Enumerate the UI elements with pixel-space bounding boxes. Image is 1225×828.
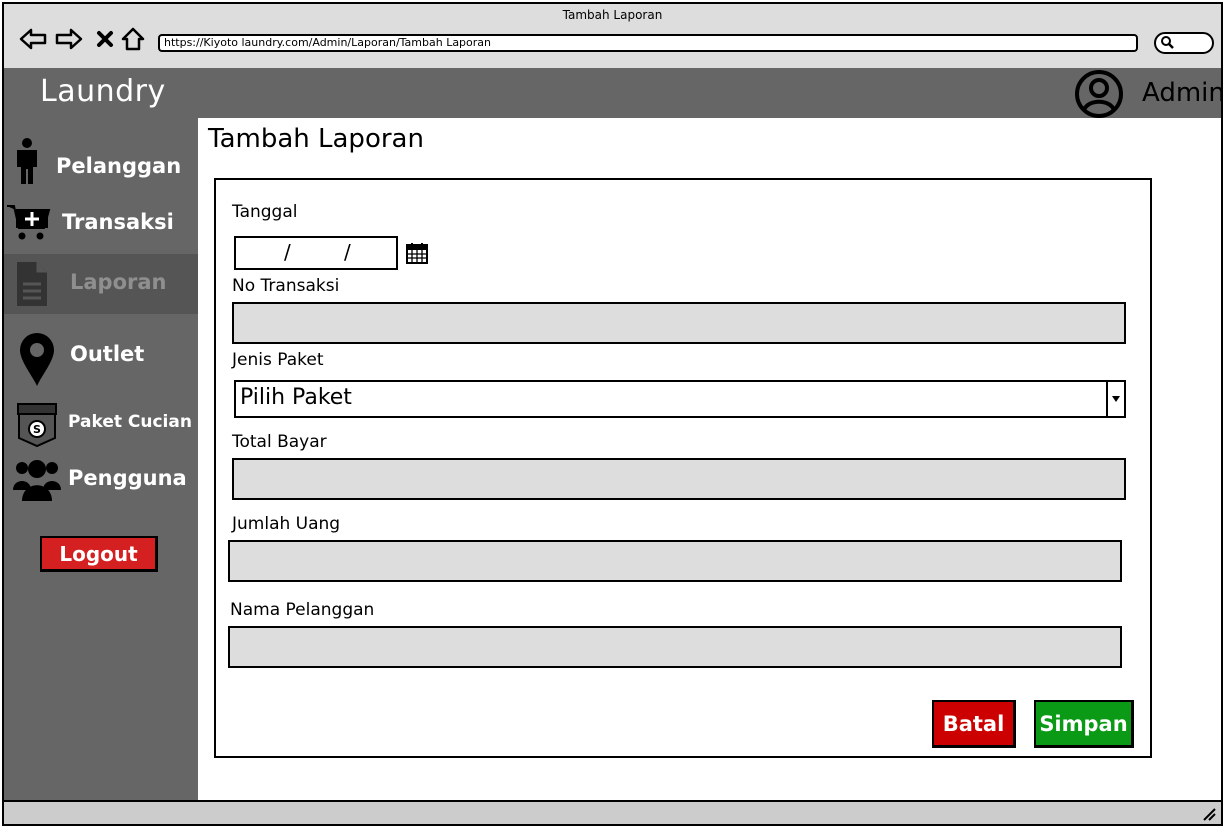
user-name[interactable]: Admin <box>1142 78 1225 108</box>
browser-titlebar: Tambah Laporan https://Kiyoto laundry.co… <box>4 4 1221 68</box>
address-bar[interactable]: https://Kiyoto laundry.com/Admin/Laporan… <box>158 34 1138 52</box>
date-separator: / <box>284 240 291 264</box>
sidebar-item-pengguna[interactable]: Pengguna <box>4 454 198 504</box>
sidebar-item-label: Transaksi <box>62 210 174 234</box>
jumlah-uang-input[interactable] <box>228 540 1122 582</box>
sidebar-item-label: Paket Cucian <box>68 412 192 432</box>
page-title: Tambah Laporan <box>208 124 424 154</box>
forward-arrow-icon[interactable] <box>54 24 84 54</box>
no-transaksi-label: No Transaksi <box>232 276 340 296</box>
person-icon <box>12 136 42 186</box>
laundry-bag-icon: S <box>14 400 60 448</box>
sidebar-item-outlet[interactable]: Outlet <box>4 328 198 388</box>
nama-pelanggan-label: Nama Pelanggan <box>230 600 375 620</box>
app-header: Laundry Admin <box>4 68 1225 118</box>
users-icon <box>12 456 62 502</box>
chevron-down-icon[interactable] <box>1106 380 1126 418</box>
tanggal-label: Tanggal <box>232 202 298 222</box>
nama-pelanggan-input[interactable] <box>228 626 1122 668</box>
sidebar-item-label: Laporan <box>70 270 167 294</box>
home-icon[interactable] <box>118 24 148 54</box>
close-icon[interactable] <box>90 24 120 54</box>
calendar-icon[interactable] <box>406 242 428 264</box>
cancel-button[interactable]: Batal <box>932 700 1016 748</box>
total-bayar-input[interactable] <box>232 458 1126 500</box>
sidebar-item-pelanggan[interactable]: Pelanggan <box>4 132 198 190</box>
resize-grip-icon[interactable] <box>1201 806 1217 822</box>
jenis-paket-select[interactable]: Pilih Paket <box>234 380 1126 418</box>
user-avatar-icon[interactable] <box>1074 70 1124 118</box>
document-icon <box>14 260 50 308</box>
jumlah-uang-label: Jumlah Uang <box>232 514 341 534</box>
sidebar-item-transaksi[interactable]: Transaksi <box>4 196 198 248</box>
sidebar-item-paket-cucian[interactable]: S Paket Cucian <box>4 398 198 450</box>
map-pin-icon <box>18 330 56 388</box>
back-arrow-icon[interactable] <box>18 24 48 54</box>
svg-text:S: S <box>33 423 41 436</box>
logout-button[interactable]: Logout <box>40 536 158 572</box>
sidebar-item-label: Pengguna <box>68 466 187 490</box>
jenis-paket-selected-value: Pilih Paket <box>240 385 352 410</box>
window-title: Tambah Laporan <box>562 8 663 22</box>
browser-search-box[interactable] <box>1154 32 1214 54</box>
date-separator: / <box>344 240 351 264</box>
total-bayar-label: Total Bayar <box>232 432 327 452</box>
sidebar-item-laporan[interactable]: Laporan <box>4 254 198 314</box>
brand-title: Laundry <box>40 74 166 109</box>
tanggal-date-input[interactable]: / / <box>234 236 398 270</box>
cart-add-icon <box>6 202 52 242</box>
sidebar-item-label: Pelanggan <box>56 154 182 178</box>
search-icon <box>1160 34 1174 53</box>
save-button[interactable]: Simpan <box>1034 700 1134 748</box>
jenis-paket-label: Jenis Paket <box>232 350 324 370</box>
browser-statusbar <box>4 800 1221 824</box>
sidebar-item-label: Outlet <box>70 342 145 366</box>
report-form: Tanggal / / No Transaksi Jenis Paket Pil… <box>214 178 1152 758</box>
sidebar: Pelanggan Transaksi Laporan Outlet S Pak… <box>4 118 198 802</box>
no-transaksi-input[interactable] <box>232 302 1126 344</box>
browser-window: Tambah Laporan https://Kiyoto laundry.co… <box>2 2 1225 826</box>
